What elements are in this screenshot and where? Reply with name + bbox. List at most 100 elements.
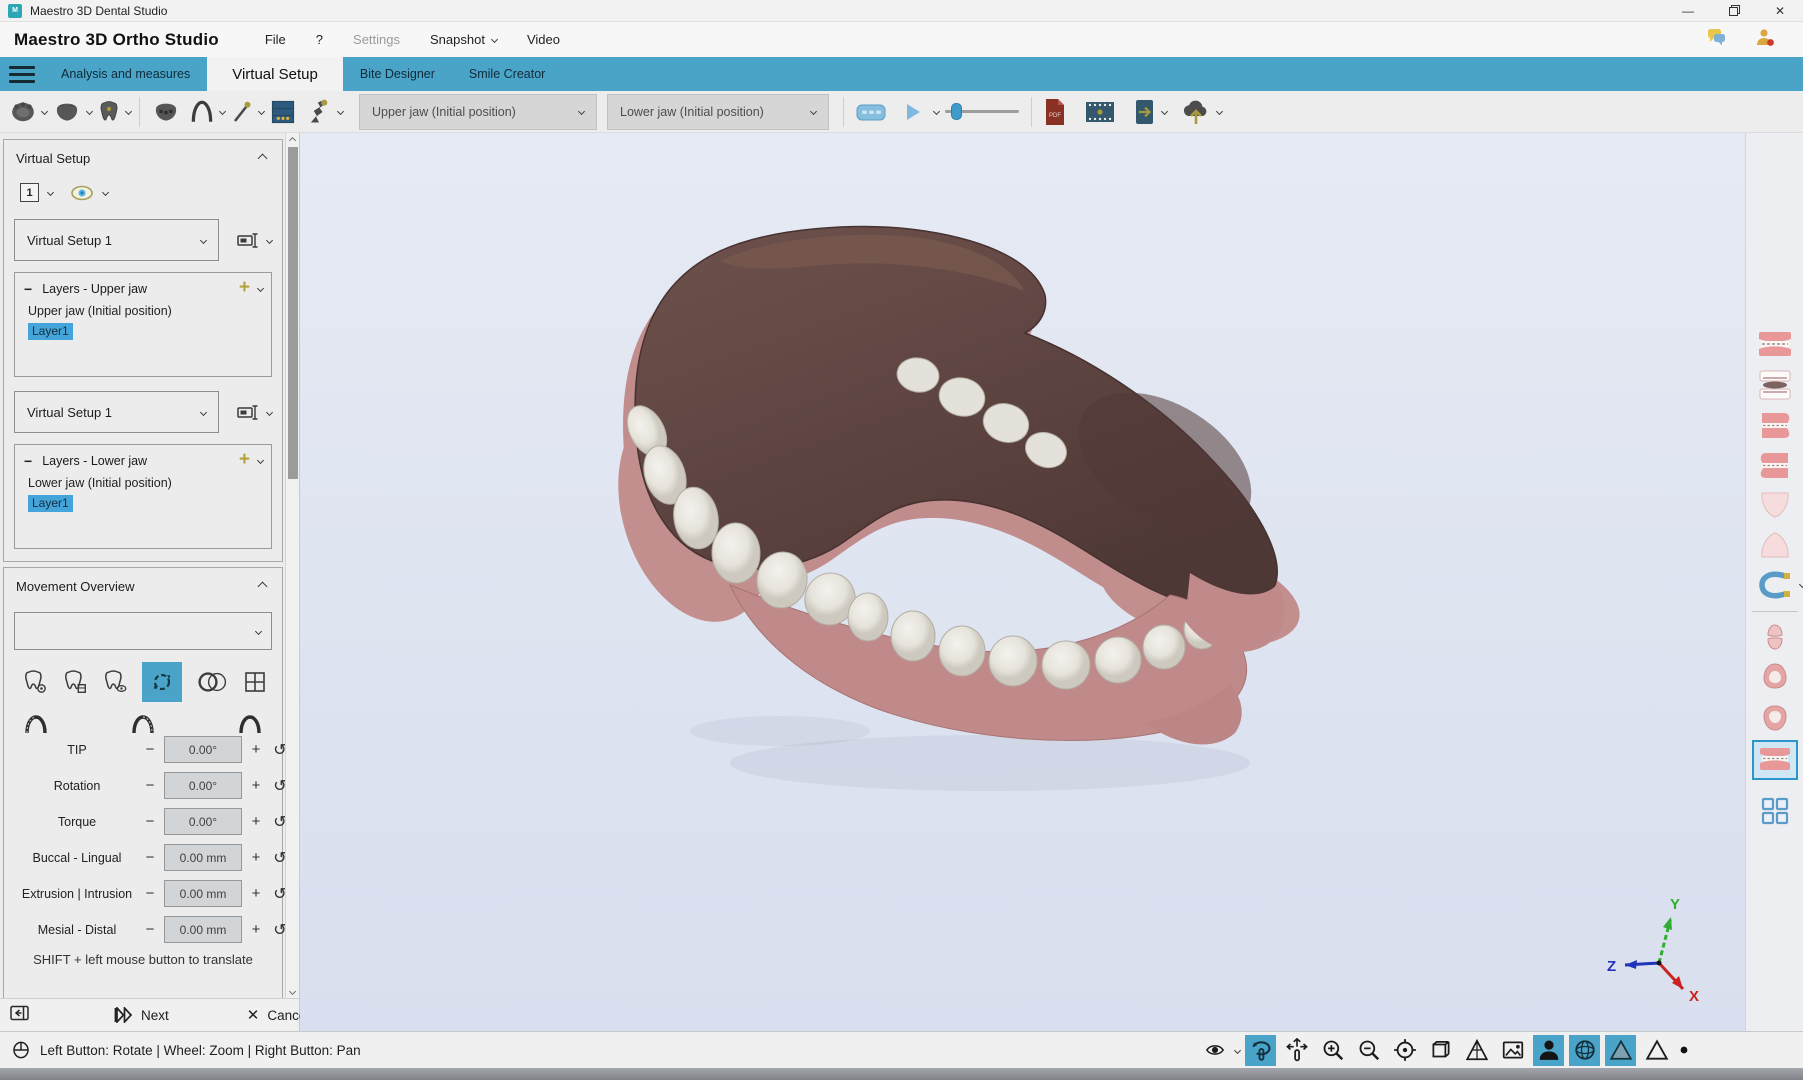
articulator-tool-button[interactable] bbox=[302, 94, 336, 130]
view-upper-jaw-button[interactable] bbox=[1754, 488, 1796, 522]
tooth-tool-button[interactable] bbox=[94, 94, 124, 130]
cloud-upload-button[interactable] bbox=[1177, 94, 1215, 130]
decrement-button[interactable]: − bbox=[143, 741, 157, 758]
movement-value[interactable]: 0.00 mm bbox=[164, 916, 242, 943]
view-lower-jaw-button[interactable] bbox=[1754, 528, 1796, 562]
occlusal-view-tool-button[interactable] bbox=[6, 94, 40, 130]
view-front-bite-button[interactable] bbox=[1752, 740, 1798, 780]
increment-button[interactable]: + bbox=[249, 741, 263, 758]
lower-jaw-select[interactable]: Lower jaw (Initial position) bbox=[607, 94, 829, 130]
virtual-setup-select-upper[interactable]: Virtual Setup 1 bbox=[14, 219, 219, 261]
movement-value[interactable]: 0.00° bbox=[164, 772, 242, 799]
panel-scrollbar[interactable] bbox=[285, 133, 299, 998]
movement-value[interactable]: 0.00° bbox=[164, 736, 242, 763]
layers-upper-item[interactable]: Upper jaw (Initial position) bbox=[28, 304, 262, 318]
menu-video[interactable]: Video bbox=[527, 32, 560, 47]
hamburger-menu-icon[interactable] bbox=[0, 57, 44, 91]
add-layer-icon[interactable]: + bbox=[239, 281, 250, 295]
layer1-chip-upper[interactable]: Layer1 bbox=[28, 323, 73, 340]
view-occlusion-front-button[interactable] bbox=[1754, 328, 1796, 362]
view-lower-occlusal-button[interactable] bbox=[1754, 700, 1796, 734]
export-pdf-button[interactable]: PDF bbox=[1040, 94, 1070, 130]
increment-button[interactable]: + bbox=[249, 849, 263, 866]
collapse-layers-icon[interactable]: − bbox=[24, 453, 32, 469]
tooth-table-mode-icon[interactable] bbox=[62, 670, 88, 694]
chevron-down-icon[interactable] bbox=[1798, 581, 1803, 588]
decrement-button[interactable]: − bbox=[143, 885, 157, 902]
layers-lower-item[interactable]: Lower jaw (Initial position) bbox=[28, 476, 262, 490]
view-both-arches-button[interactable] bbox=[1754, 620, 1796, 654]
tooth-select[interactable] bbox=[14, 612, 272, 650]
tooth-visibility-mode-icon[interactable] bbox=[102, 670, 128, 694]
rotation-widget-mode-icon[interactable] bbox=[142, 662, 182, 702]
jaw-view-tool-button[interactable] bbox=[49, 94, 85, 130]
flat-shading-button[interactable] bbox=[1641, 1035, 1672, 1066]
chevron-down-icon[interactable] bbox=[1216, 108, 1223, 115]
visibility-eye-icon[interactable] bbox=[70, 185, 94, 201]
movement-value[interactable]: 0.00° bbox=[164, 808, 242, 835]
grid-view-tool-button[interactable] bbox=[266, 94, 300, 130]
setup-count-button[interactable]: 1 bbox=[20, 183, 39, 202]
close-button[interactable]: ✕ bbox=[1757, 0, 1803, 21]
arch-segment-icon[interactable] bbox=[131, 714, 155, 736]
movement-value[interactable]: 0.00 mm bbox=[164, 844, 242, 871]
chevron-down-icon[interactable] bbox=[933, 108, 940, 115]
rename-setup-button[interactable] bbox=[237, 404, 272, 420]
grid-table-icon[interactable] bbox=[244, 671, 266, 693]
chevron-down-icon[interactable] bbox=[102, 189, 109, 196]
arch-segment-icon[interactable] bbox=[238, 714, 262, 736]
chevron-down-icon[interactable] bbox=[1161, 108, 1168, 115]
animation-slider[interactable] bbox=[945, 110, 1019, 113]
menu-snapshot[interactable]: Snapshot bbox=[430, 32, 497, 47]
chevron-down-icon[interactable] bbox=[266, 236, 273, 243]
next-button[interactable]: Next bbox=[114, 1007, 169, 1023]
chevron-down-icon[interactable] bbox=[125, 108, 132, 115]
increment-button[interactable]: + bbox=[249, 921, 263, 938]
play-button[interactable] bbox=[900, 94, 926, 130]
increment-button[interactable]: + bbox=[249, 777, 263, 794]
menu-settings[interactable]: Settings bbox=[353, 32, 400, 47]
chat-icon[interactable] bbox=[1705, 28, 1727, 51]
chevron-down-icon[interactable] bbox=[257, 456, 264, 463]
scrollbar-thumb[interactable] bbox=[288, 147, 298, 479]
bounding-box-button[interactable] bbox=[1425, 1035, 1456, 1066]
decrement-button[interactable]: − bbox=[143, 777, 157, 794]
tab-virtual-setup[interactable]: Virtual Setup bbox=[207, 57, 343, 91]
toggle-compare-icon[interactable] bbox=[196, 671, 230, 693]
export-video-button[interactable] bbox=[1082, 94, 1118, 130]
chevron-down-icon[interactable] bbox=[1234, 1046, 1241, 1053]
collapse-layers-icon[interactable]: − bbox=[24, 281, 32, 297]
gingiva-view-button[interactable] bbox=[1533, 1035, 1564, 1066]
movement-value[interactable]: 0.00 mm bbox=[164, 880, 242, 907]
probe-tool-button[interactable] bbox=[227, 94, 257, 130]
arch-segment-icon[interactable] bbox=[24, 714, 48, 736]
collapse-section-icon[interactable] bbox=[258, 154, 268, 164]
view-side-right-button[interactable] bbox=[1754, 448, 1796, 482]
minimize-button[interactable]: — bbox=[1665, 0, 1711, 21]
collapse-panel-icon[interactable] bbox=[10, 1005, 30, 1026]
tab-analysis-and-measures[interactable]: Analysis and measures bbox=[44, 57, 207, 91]
slider-handle[interactable] bbox=[951, 103, 962, 120]
zoom-out-button[interactable] bbox=[1353, 1035, 1384, 1066]
wireframe-button[interactable] bbox=[1461, 1035, 1492, 1066]
increment-button[interactable]: + bbox=[249, 813, 263, 830]
rotate-mode-button[interactable] bbox=[1245, 1035, 1276, 1066]
jaw-brackets-tool-button[interactable] bbox=[148, 94, 184, 130]
chevron-down-icon[interactable] bbox=[337, 108, 344, 115]
rename-setup-button[interactable] bbox=[237, 232, 272, 248]
tab-bite-designer[interactable]: Bite Designer bbox=[343, 57, 452, 91]
pan-mode-button[interactable] bbox=[1281, 1035, 1312, 1066]
increment-button[interactable]: + bbox=[249, 885, 263, 902]
texture-image-button[interactable] bbox=[1497, 1035, 1528, 1066]
menu-file[interactable]: File bbox=[265, 32, 286, 47]
menu-help[interactable]: ? bbox=[316, 32, 323, 47]
user-account-icon[interactable] bbox=[1755, 28, 1775, 51]
export-setup-button[interactable] bbox=[1130, 94, 1160, 130]
mesh-sphere-button[interactable] bbox=[1569, 1035, 1600, 1066]
chevron-down-icon[interactable] bbox=[258, 108, 265, 115]
view-side-left-button[interactable] bbox=[1754, 408, 1796, 442]
chevron-down-icon[interactable] bbox=[257, 284, 264, 291]
archwire-tool-button[interactable] bbox=[186, 94, 218, 130]
grid-layout-button[interactable] bbox=[1754, 794, 1796, 828]
bracket-tool-button[interactable] bbox=[1754, 568, 1796, 602]
